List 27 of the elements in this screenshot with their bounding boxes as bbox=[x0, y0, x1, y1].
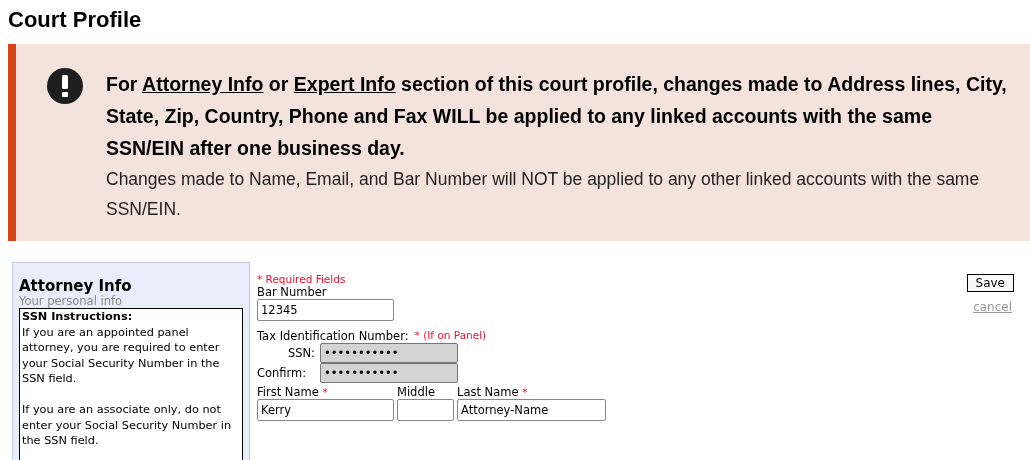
field-label: Confirm: bbox=[257, 366, 308, 380]
field-label: Middle bbox=[397, 385, 436, 399]
required-mark: * bbox=[522, 386, 528, 398]
section-link[interactable]: Attorney Info bbox=[142, 73, 264, 95]
name-field[interactable] bbox=[397, 399, 454, 421]
instructions-heading: SSN Instructions: bbox=[22, 309, 134, 325]
section-subtitle: Your personal info bbox=[19, 294, 124, 308]
name-field[interactable]: Kerry bbox=[257, 399, 394, 421]
notice-note: Changes made to Name, Email, and Bar Number will NOT be applied to any other linked accounts with the same SSN/EIN. bbox=[106, 168, 981, 221]
instructions-text: If you are an appointed panel attorney, you are required to enter your Social Security Number in the SSN field. bbox=[22, 324, 221, 387]
field-label: First Name * bbox=[257, 385, 329, 399]
name-field[interactable]: Attorney-Name bbox=[457, 399, 606, 421]
section-link[interactable]: Expert Info bbox=[293, 73, 396, 95]
page-title: Court Profile bbox=[7, 6, 143, 34]
field-label: Bar Number bbox=[257, 285, 328, 299]
required-note: * (If on Panel) bbox=[414, 329, 487, 343]
field-label: SSN: bbox=[286, 346, 316, 360]
section-title: Attorney Info bbox=[19, 277, 133, 295]
bar-number-field[interactable]: 12345 bbox=[257, 299, 394, 321]
required-mark: * bbox=[322, 386, 328, 398]
exclamation-icon bbox=[47, 68, 83, 104]
field-label: Tax Identification Number: bbox=[257, 329, 409, 343]
field-label: Last Name * bbox=[457, 385, 529, 399]
required-note: * Required Fields bbox=[257, 273, 347, 285]
save-button[interactable]: Save bbox=[966, 274, 1014, 292]
notice-text: For Attorney Info or Expert Info section of this court profile, changes made to Address lines, City, State, Zip, Country, Phone and Fax WILL be applied to any linked accounts with the same SSN/EIN after one business day. bbox=[106, 72, 1008, 161]
instructions-text: If you are an associate only, do not enter your Social Security Number in the SSN field. bbox=[22, 402, 233, 449]
